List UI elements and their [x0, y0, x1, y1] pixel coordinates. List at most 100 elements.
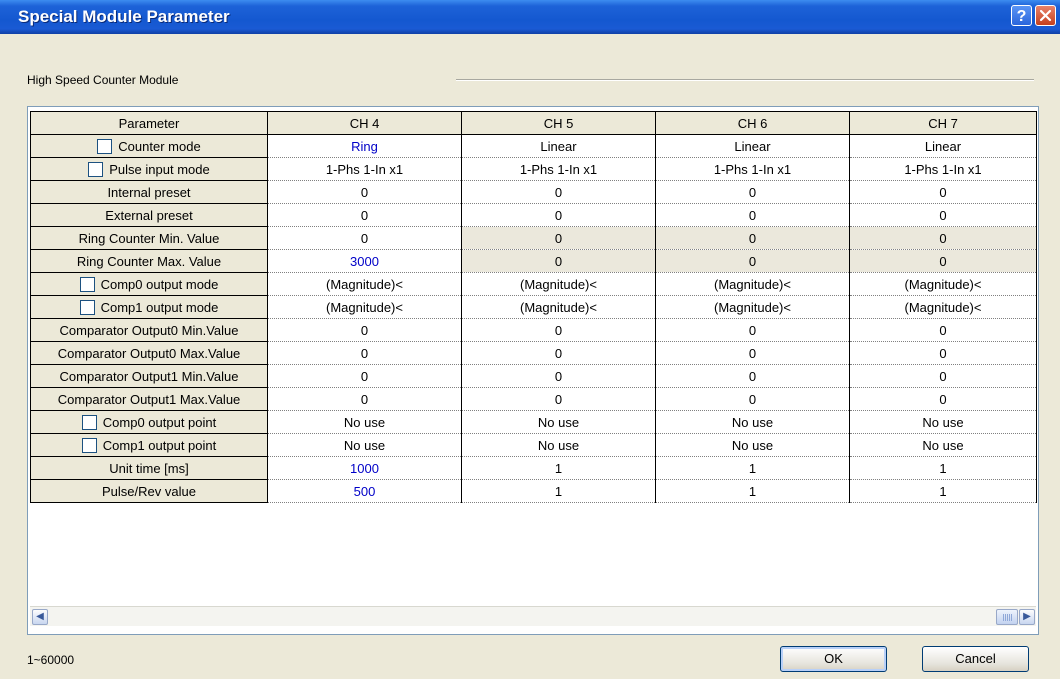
value-cell-ch6[interactable]: 0 [655, 203, 850, 227]
value-cell-ch5[interactable]: 0 [461, 249, 656, 273]
value-cell-ch4[interactable]: 0 [267, 226, 462, 250]
value-cell-ch5[interactable]: 1 [461, 456, 656, 480]
value-cell-ch6[interactable]: 1-Phs 1-In x1 [655, 157, 850, 181]
table-row: Comp1 output mode (Magnitude)< (Magnitude)… [30, 295, 1037, 319]
value-cell-ch5[interactable]: 0 [461, 226, 656, 250]
value-cell-ch5[interactable]: 0 [461, 203, 656, 227]
value-cell-ch4[interactable]: 0 [267, 318, 462, 342]
value-cell-ch6[interactable]: 0 [655, 364, 850, 388]
value-cell-ch7[interactable]: 0 [849, 249, 1037, 273]
value-cell-ch4[interactable]: 0 [267, 203, 462, 227]
row-checkbox[interactable] [81, 414, 97, 430]
value-cell-ch6[interactable]: No use [655, 433, 850, 457]
value-cell-ch6[interactable]: (Magnitude)< [655, 272, 850, 296]
value-cell-ch4[interactable]: No use [267, 433, 462, 457]
value-cell-ch7[interactable]: (Magnitude)< [849, 295, 1037, 319]
table-row: Comp0 output point No use No use No use No u… [30, 410, 1037, 434]
value-cell-ch4[interactable]: 500 [267, 479, 462, 503]
arrow-left-icon: ◀ [36, 611, 44, 622]
row-checkbox[interactable] [79, 276, 95, 292]
horizontal-scrollbar[interactable]: ◀ ▶ [30, 606, 1036, 626]
value-cell-ch5[interactable]: 0 [461, 180, 656, 204]
value-cell-ch4[interactable]: 3000 [267, 249, 462, 273]
scroll-right-button[interactable]: ▶ [1019, 609, 1035, 625]
value-cell-ch6[interactable]: 0 [655, 318, 850, 342]
header-row: Parameter CH 4 CH 5 CH 6 CH 7 [30, 111, 1037, 135]
parameter-label-cell[interactable]: Comp1 output mode [30, 295, 268, 319]
value-cell-ch7[interactable]: 0 [849, 203, 1037, 227]
value-cell-ch4[interactable]: 0 [267, 387, 462, 411]
value-cell-ch7[interactable]: (Magnitude)< [849, 272, 1037, 296]
ok-button[interactable]: OK [780, 646, 887, 672]
column-header-parameter: Parameter [30, 111, 268, 135]
parameter-label-cell[interactable]: Comp0 output point [30, 410, 268, 434]
value-cell-ch6[interactable]: (Magnitude)< [655, 295, 850, 319]
value-cell-ch7[interactable]: 1 [849, 479, 1037, 503]
scroll-thumb[interactable] [996, 609, 1018, 625]
value-cell-ch4[interactable]: 1000 [267, 456, 462, 480]
title-bar: Special Module Parameter ? [0, 0, 1060, 34]
parameter-label: Comparator Output0 Max.Value [57, 345, 241, 361]
parameter-label-cell[interactable]: Pulse input mode [30, 157, 268, 181]
value-cell-ch6[interactable]: 1 [655, 479, 850, 503]
help-button[interactable]: ? [1011, 5, 1032, 26]
row-checkbox[interactable] [88, 161, 104, 177]
parameter-label: Comp1 output point [102, 437, 217, 453]
value-cell-ch5[interactable]: 0 [461, 387, 656, 411]
group-divider [456, 79, 1034, 81]
value-cell-ch5[interactable]: (Magnitude)< [461, 272, 656, 296]
value-cell-ch5[interactable]: (Magnitude)< [461, 295, 656, 319]
value-cell-ch6[interactable]: No use [655, 410, 850, 434]
scroll-left-button[interactable]: ◀ [32, 609, 48, 625]
value-cell-ch6[interactable]: 0 [655, 180, 850, 204]
value-cell-ch7[interactable]: 0 [849, 318, 1037, 342]
value-cell-ch4[interactable]: 1-Phs 1-In x1 [267, 157, 462, 181]
value-cell-ch5[interactable]: 0 [461, 364, 656, 388]
column-header-ch5: CH 5 [461, 111, 656, 135]
value-cell-ch7[interactable]: 1 [849, 456, 1037, 480]
table-row: Comparator Output1 Max.Value 0 0 0 0 [30, 387, 1037, 411]
value-cell-ch7[interactable]: 0 [849, 180, 1037, 204]
value-cell-ch6[interactable]: 0 [655, 249, 850, 273]
value-cell-ch4[interactable]: 0 [267, 180, 462, 204]
close-button[interactable] [1035, 5, 1056, 26]
value-cell-ch4[interactable]: (Magnitude)< [267, 295, 462, 319]
row-checkbox[interactable] [79, 299, 95, 315]
parameter-label-cell[interactable]: Comp0 output mode [30, 272, 268, 296]
value-cell-ch6[interactable]: Linear [655, 134, 850, 158]
value-cell-ch7[interactable]: 0 [849, 387, 1037, 411]
value-cell-ch4[interactable]: (Magnitude)< [267, 272, 462, 296]
value-cell-ch7[interactable]: 0 [849, 226, 1037, 250]
parameter-label-cell[interactable]: Counter mode [30, 134, 268, 158]
cancel-button[interactable]: Cancel [922, 646, 1029, 672]
value-cell-ch5[interactable]: No use [461, 410, 656, 434]
value-cell-ch6[interactable]: 0 [655, 387, 850, 411]
value-cell-ch4[interactable]: Ring [267, 134, 462, 158]
value-cell-ch5[interactable]: 0 [461, 341, 656, 365]
value-cell-ch7[interactable]: 0 [849, 364, 1037, 388]
value-cell-ch7[interactable]: 1-Phs 1-In x1 [849, 157, 1037, 181]
row-checkbox[interactable] [97, 138, 113, 154]
value-cell-ch5[interactable]: 1-Phs 1-In x1 [461, 157, 656, 181]
value-cell-ch4[interactable]: 0 [267, 341, 462, 365]
value-cell-ch5[interactable]: Linear [461, 134, 656, 158]
row-checkbox[interactable] [81, 437, 97, 453]
close-icon [1039, 9, 1052, 22]
value-cell-ch6[interactable]: 1 [655, 456, 850, 480]
table-row: Ring Counter Max. Value 3000 0 0 0 [30, 249, 1037, 273]
value-cell-ch4[interactable]: No use [267, 410, 462, 434]
value-range-hint: 1~60000 [27, 653, 75, 667]
value-cell-ch6[interactable]: 0 [655, 341, 850, 365]
value-cell-ch7[interactable]: 0 [849, 341, 1037, 365]
value-cell-ch6[interactable]: 0 [655, 226, 850, 250]
parameter-label-cell: Ring Counter Max. Value [30, 249, 268, 273]
value-cell-ch7[interactable]: No use [849, 410, 1037, 434]
value-cell-ch7[interactable]: No use [849, 433, 1037, 457]
table-row: Pulse input mode 1-Phs 1-In x1 1-Phs 1-In … [30, 157, 1037, 181]
value-cell-ch5[interactable]: No use [461, 433, 656, 457]
value-cell-ch5[interactable]: 0 [461, 318, 656, 342]
value-cell-ch7[interactable]: Linear [849, 134, 1037, 158]
value-cell-ch5[interactable]: 1 [461, 479, 656, 503]
parameter-label-cell[interactable]: Comp1 output point [30, 433, 268, 457]
value-cell-ch4[interactable]: 0 [267, 364, 462, 388]
